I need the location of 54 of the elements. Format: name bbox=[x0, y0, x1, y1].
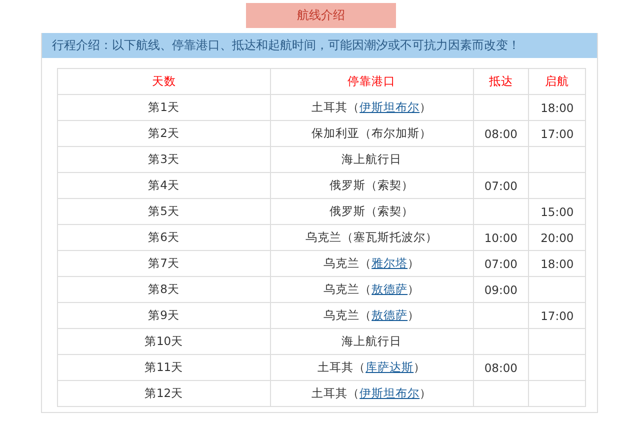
arrival-time: 09:00 bbox=[484, 282, 518, 296]
port-text: 海上航行日 bbox=[342, 152, 402, 166]
day-cell: 第3天 bbox=[58, 146, 270, 172]
column-header: 启航 bbox=[528, 68, 586, 94]
port-text: 土耳其（ bbox=[318, 360, 366, 374]
port-text: 土耳其（ bbox=[312, 386, 360, 400]
column-header: 抵达 bbox=[473, 68, 529, 94]
arrival-time: 07:00 bbox=[484, 178, 518, 192]
column-header: 天数 bbox=[58, 68, 270, 94]
departure-time: 17:00 bbox=[540, 126, 574, 140]
day-cell: 第4天 bbox=[58, 172, 270, 198]
day-cell: 第8天 bbox=[58, 276, 270, 302]
port-text: 乌克兰（ bbox=[324, 282, 372, 296]
port-text: ） bbox=[408, 256, 420, 270]
column-header: 停靠港口 bbox=[270, 68, 474, 94]
port-text: ） bbox=[420, 386, 432, 400]
arrival-time: 08:00 bbox=[484, 126, 518, 140]
day-cell: 第12天 bbox=[58, 380, 270, 406]
port-text: 乌克兰（ bbox=[324, 256, 372, 270]
city-link[interactable]: 敖德萨 bbox=[372, 308, 408, 322]
arrival-time: 10:00 bbox=[484, 230, 518, 244]
day-cell: 第11天 bbox=[58, 354, 270, 380]
port-text: ） bbox=[408, 282, 420, 296]
day-cell: 第6天 bbox=[58, 224, 270, 250]
day-cell: 第7天 bbox=[58, 250, 270, 276]
city-link[interactable]: 伊斯坦布尔 bbox=[360, 100, 420, 114]
port-text: ） bbox=[414, 360, 426, 374]
day-cell: 第2天 bbox=[58, 120, 270, 146]
day-cell: 第10天 bbox=[58, 328, 270, 354]
port-text: 乌克兰（塞瓦斯托波尔） bbox=[306, 230, 438, 244]
arrival-time: 07:00 bbox=[484, 256, 518, 270]
departure-time: 18:00 bbox=[540, 256, 574, 270]
day-cell: 第1天 bbox=[58, 94, 270, 120]
departure-time: 20:00 bbox=[540, 230, 574, 244]
departure-time: 15:00 bbox=[540, 204, 574, 218]
itinerary-notice: 行程介绍：以下航线、停靠港口、抵达和起航时间，可能因潮汐或不可抗力因素而改变！ bbox=[42, 33, 597, 58]
port-text: 俄罗斯（索契） bbox=[330, 204, 414, 218]
city-link[interactable]: 库萨达斯 bbox=[366, 360, 414, 374]
city-link[interactable]: 伊斯坦布尔 bbox=[360, 386, 420, 400]
port-text: 俄罗斯（索契） bbox=[330, 178, 414, 192]
port-text: 土耳其（ bbox=[312, 100, 360, 114]
port-text: 保加利亚（布尔加斯） bbox=[312, 126, 432, 140]
port-text: ） bbox=[420, 100, 432, 114]
city-link[interactable]: 雅尔塔 bbox=[372, 256, 408, 270]
port-text: 海上航行日 bbox=[342, 334, 402, 348]
port-text: 乌克兰（ bbox=[324, 308, 372, 322]
section-title: 航线介绍 bbox=[246, 3, 396, 28]
departure-time: 17:00 bbox=[540, 308, 574, 322]
day-cell: 第5天 bbox=[58, 198, 270, 224]
arrival-time: 08:00 bbox=[484, 360, 518, 374]
day-cell: 第9天 bbox=[58, 302, 270, 328]
port-text: ） bbox=[408, 308, 420, 322]
departure-time: 18:00 bbox=[540, 100, 574, 114]
city-link[interactable]: 敖德萨 bbox=[372, 282, 408, 296]
